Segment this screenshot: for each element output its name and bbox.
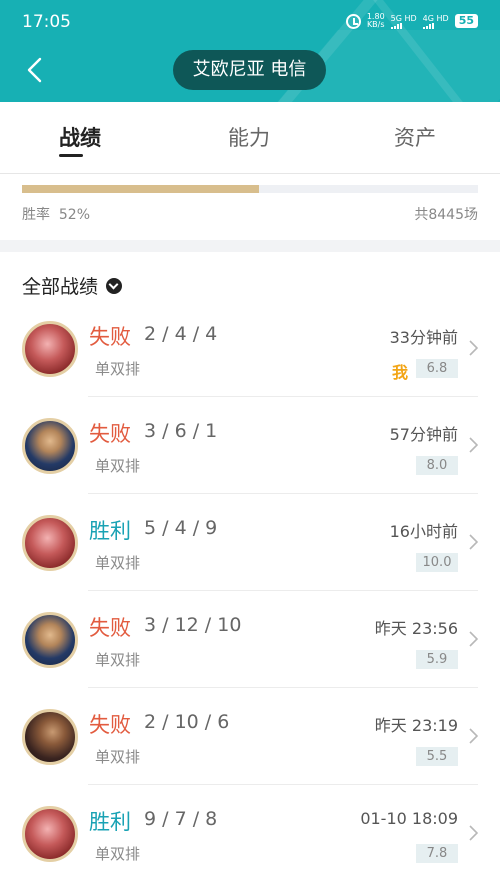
champion-avatar	[22, 515, 78, 571]
champion-avatar	[22, 321, 78, 377]
chevron-down-icon	[106, 277, 123, 294]
section-title: 全部战绩	[22, 276, 99, 298]
chevron-right-icon	[469, 437, 478, 453]
match-time: 16小时前	[389, 522, 458, 541]
match-kda: 9 / 7 / 8	[144, 808, 218, 830]
match-result: 失败	[89, 616, 131, 640]
status-time: 17:05	[22, 12, 71, 32]
match-result: 失败	[89, 422, 131, 446]
status-bar-icons: 1.80 KB/s 5G HD 4G HD 55	[345, 12, 478, 29]
champion-avatar	[22, 418, 78, 474]
match-score: 6.8	[416, 359, 458, 378]
me-badge: 我	[391, 363, 408, 382]
chevron-right-icon	[469, 728, 478, 744]
section-divider	[0, 240, 500, 252]
match-row[interactable]: 失败 3 / 12 / 10 单双排 昨天 23:56 5.9	[0, 591, 500, 688]
champion-avatar	[22, 806, 78, 862]
match-row[interactable]: 失败 3 / 6 / 1 单双排 57分钟前 8.0	[0, 397, 500, 494]
tab-ability[interactable]: 能力	[228, 122, 270, 152]
win-rate-fill	[22, 185, 260, 193]
match-filter-dropdown[interactable]: 全部战绩	[22, 272, 123, 299]
match-mode: 单双排	[95, 651, 141, 669]
match-mode: 单双排	[95, 360, 141, 378]
match-mode: 单双排	[95, 457, 141, 475]
match-row[interactable]: 失败 2 / 4 / 4 单双排 33分钟前 我 6.8	[0, 300, 500, 397]
battery-icon: 55	[454, 14, 478, 28]
network-speed: 1.80 KB/s	[366, 12, 385, 29]
match-time: 昨天 23:56	[374, 619, 458, 638]
match-score: 7.8	[416, 844, 458, 863]
champion-avatar	[22, 709, 78, 765]
match-kda: 3 / 6 / 1	[144, 420, 218, 442]
match-row[interactable]: 胜利 5 / 4 / 9 单双排 16小时前 10.0	[0, 494, 500, 591]
win-rate-bar	[22, 185, 478, 193]
active-tab-indicator	[59, 154, 83, 157]
match-row[interactable]: 失败 2 / 10 / 6 单双排 昨天 23:19 5.5	[0, 688, 500, 785]
champion-avatar	[22, 612, 78, 668]
match-score: 5.5	[416, 747, 458, 766]
match-result: 失败	[89, 713, 131, 737]
app-header: 17:05 1.80 KB/s 5G HD 4G HD 55 艾欧尼亚 电信	[0, 0, 500, 102]
server-title[interactable]: 艾欧尼亚 电信	[173, 50, 326, 90]
match-result: 胜利	[89, 810, 131, 834]
match-mode: 单双排	[95, 748, 141, 766]
chevron-right-icon	[469, 340, 478, 356]
signal-4g-icon: 4G HD	[422, 14, 449, 29]
match-kda: 2 / 4 / 4	[144, 323, 218, 345]
signal-5g-icon: 5G HD	[390, 14, 417, 29]
match-mode: 单双排	[95, 845, 141, 863]
tab-record[interactable]: 战绩	[59, 122, 101, 152]
chevron-right-icon	[469, 631, 478, 647]
total-matches: 共8445场	[414, 207, 478, 223]
match-time: 57分钟前	[389, 425, 458, 444]
match-kda: 3 / 12 / 10	[144, 614, 242, 636]
match-score: 10.0	[416, 553, 458, 572]
match-mode: 单双排	[95, 554, 141, 572]
match-kda: 5 / 4 / 9	[144, 517, 218, 539]
match-time: 昨天 23:19	[374, 716, 458, 735]
win-rate-label: 胜率 52%	[22, 207, 91, 223]
chevron-right-icon	[469, 534, 478, 550]
tab-bar: 战绩 能力 资产	[0, 102, 500, 174]
match-kda: 2 / 10 / 6	[144, 711, 230, 733]
alarm-icon	[345, 13, 361, 29]
match-score: 5.9	[416, 650, 458, 669]
match-time: 33分钟前	[389, 328, 458, 347]
match-result: 失败	[89, 325, 131, 349]
chevron-right-icon	[469, 825, 478, 841]
match-time: 01-10 18:09	[360, 809, 458, 828]
chevron-left-icon[interactable]	[22, 56, 50, 84]
tab-assets[interactable]: 资产	[394, 122, 436, 152]
match-result: 胜利	[89, 519, 131, 543]
match-score: 8.0	[416, 456, 458, 475]
match-row[interactable]: 胜利 9 / 7 / 8 单双排 01-10 18:09 7.8	[0, 785, 500, 882]
